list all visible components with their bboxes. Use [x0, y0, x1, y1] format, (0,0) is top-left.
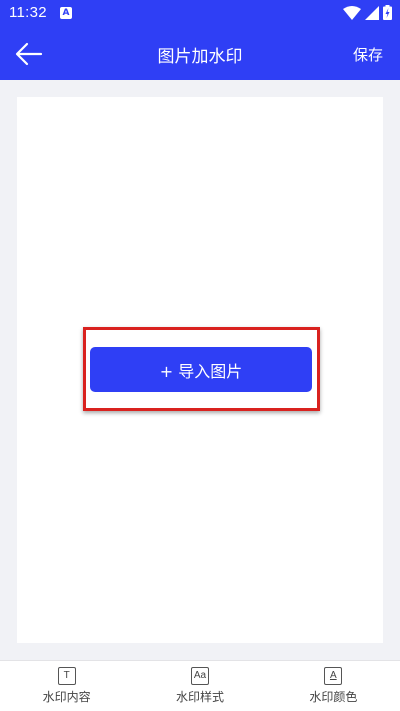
tab-label: 水印样式	[175, 690, 224, 704]
font-style-icon: Aa	[190, 667, 209, 685]
battery-charging-icon	[383, 5, 392, 20]
wifi-icon	[343, 5, 361, 20]
bottom-nav: T 水印内容 Aa 水印样式 A 水印颜色	[0, 660, 400, 711]
save-button[interactable]: 保存	[353, 44, 383, 65]
status-bar: 11:32 A	[0, 0, 400, 28]
status-icons	[343, 5, 392, 20]
import-image-button[interactable]: + 导入图片	[90, 347, 312, 392]
tab-label: 水印颜色	[309, 690, 358, 704]
main-area: + 导入图片	[0, 80, 400, 660]
page-title: 图片加水印	[157, 47, 243, 67]
status-time: 11:32	[9, 4, 47, 21]
font-color-icon: A	[324, 667, 343, 685]
tab-watermark-content[interactable]: T 水印内容	[0, 661, 133, 711]
tab-watermark-color[interactable]: A 水印颜色	[267, 661, 400, 711]
tab-label: 水印内容	[42, 690, 91, 704]
tab-watermark-style[interactable]: Aa 水印样式	[133, 661, 266, 711]
text-T-icon: T	[57, 667, 76, 685]
app-bar: 图片加水印 保存	[0, 28, 400, 80]
notification-icon: A	[60, 7, 72, 19]
signal-icon	[365, 5, 379, 20]
image-canvas: + 导入图片	[17, 97, 383, 643]
